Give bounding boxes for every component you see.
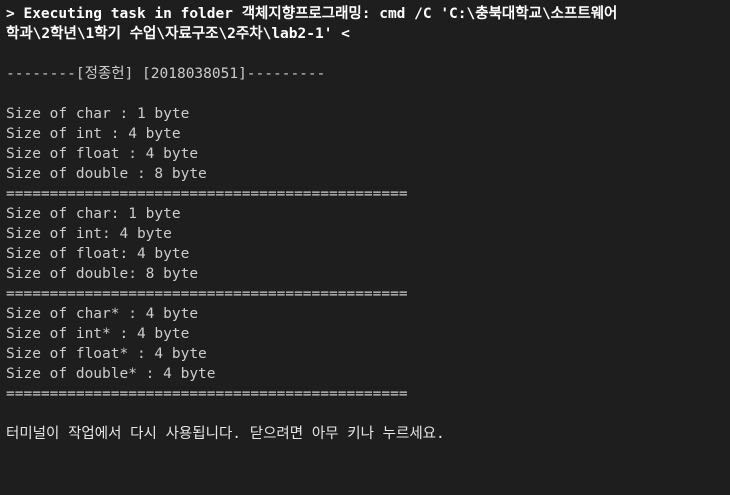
output-line: Size of int: 4 byte	[6, 226, 172, 242]
output-line: Size of double* : 4 byte	[6, 366, 216, 382]
terminal-panel[interactable]: > Executing task in folder 객체지향프로그래밍: cm…	[0, 0, 730, 495]
separator-line: ========================================…	[6, 386, 408, 402]
task-header-line-2: 학과\2학년\1학기 수업\자료구조\2주차\lab2-1' <	[6, 26, 350, 42]
output-line: Size of float: 4 byte	[6, 246, 190, 262]
output-line: Size of char* : 4 byte	[6, 306, 199, 322]
output-line: Size of int : 4 byte	[6, 126, 181, 142]
output-line: Size of char: 1 byte	[6, 206, 181, 222]
separator-line: ========================================…	[6, 286, 408, 302]
output-line: Size of float* : 4 byte	[6, 346, 207, 362]
separator-line: ========================================…	[6, 186, 408, 202]
output-line: Size of double: 8 byte	[6, 266, 199, 282]
task-header-line-1: > Executing task in folder 객체지향프로그래밍: cm…	[6, 6, 618, 22]
output-line: Size of double : 8 byte	[6, 166, 207, 182]
terminal-reuse-message: 터미널이 작업에서 다시 사용됩니다. 닫으려면 아무 키나 누르세요.	[6, 426, 445, 442]
output-line: Size of char : 1 byte	[6, 106, 190, 122]
output-line: Size of int* : 4 byte	[6, 326, 190, 342]
output-line: Size of float : 4 byte	[6, 146, 199, 162]
student-banner: --------[정종헌] [2018038051]---------	[6, 66, 326, 82]
